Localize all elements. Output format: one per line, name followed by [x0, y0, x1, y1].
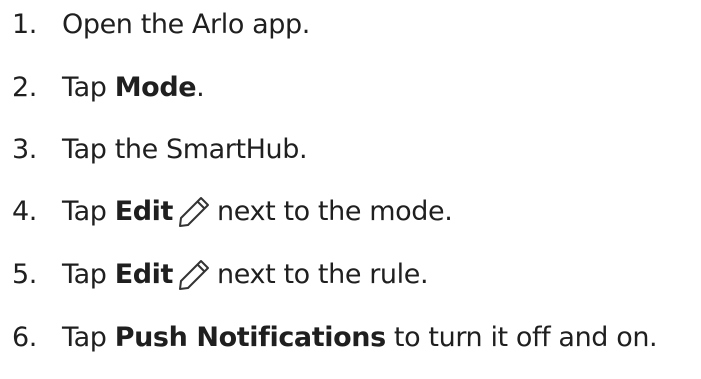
step-number: 6. — [12, 322, 37, 353]
step-number: 1. — [12, 9, 37, 40]
step-4: 4. Tap Edit next to the mode. — [12, 192, 453, 232]
step-1: 1. Open the Arlo app. — [12, 5, 310, 45]
step-number: 3. — [12, 134, 37, 165]
pencil-icon — [177, 258, 211, 292]
step-text-pre: Tap — [62, 322, 115, 353]
step-text-post: next to the rule. — [217, 259, 429, 290]
step-text-pre: Tap — [62, 72, 115, 103]
edit-label: Edit — [114, 196, 174, 227]
step-text: Open the Arlo app. — [62, 9, 310, 40]
step-text-post: next to the mode. — [217, 196, 453, 227]
step-text-pre: Tap — [62, 196, 115, 227]
step-number: 4. — [12, 196, 37, 227]
step-5: 5. Tap Edit next to the rule. — [12, 255, 429, 295]
step-text-post: to turn it off and on. — [385, 322, 658, 353]
step-number: 2. — [12, 72, 37, 103]
step-text: Tap the SmartHub. — [62, 134, 308, 165]
push-notifications-label: Push Notifications — [114, 322, 386, 353]
edit-label: Edit — [114, 259, 174, 290]
step-number: 5. — [12, 259, 37, 290]
step-6: 6. Tap Push Notifications to turn it off… — [12, 318, 658, 358]
step-2: 2. Tap Mode . — [12, 68, 205, 108]
step-text-post: . — [196, 72, 205, 103]
step-3: 3. Tap the SmartHub. — [12, 130, 308, 170]
pencil-icon — [177, 195, 211, 229]
step-text-pre: Tap — [62, 259, 115, 290]
mode-label: Mode — [114, 72, 197, 103]
